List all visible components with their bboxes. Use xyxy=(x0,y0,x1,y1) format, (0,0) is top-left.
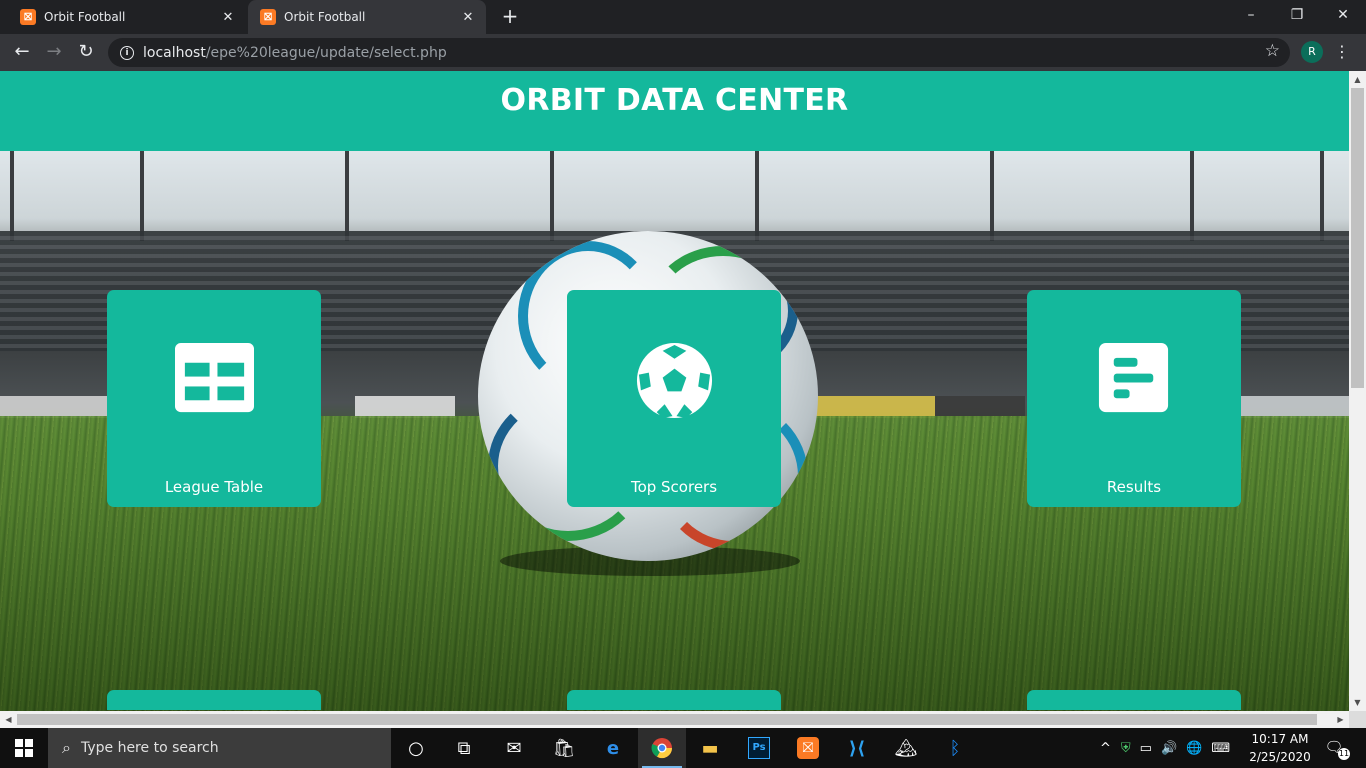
system-tray: ^ ⛨ ▭ 🔊 🌐 ⌨ xyxy=(1100,728,1230,768)
search-placeholder: Type here to search xyxy=(80,740,219,756)
xampp-icon[interactable]: ⛝ xyxy=(784,728,832,768)
browser-tab-2[interactable]: ⛝ Orbit Football ✕ xyxy=(248,0,486,34)
results-card[interactable]: Results xyxy=(1027,290,1241,507)
store-icon[interactable]: 🛍 xyxy=(540,728,588,768)
vertical-scrollbar[interactable]: ▲ ▼ xyxy=(1349,71,1366,711)
card-partial-1[interactable] xyxy=(107,690,321,710)
horizontal-scroll-thumb[interactable] xyxy=(17,714,1317,725)
league-table-card[interactable]: League Table xyxy=(107,290,321,507)
page-viewport: ORBIT DATA CENTER League Table Top Score… xyxy=(0,71,1366,728)
windows-taskbar: ⌕ Type here to search ○ ⧉ ✉ 🛍 e ▬ Ps ⛝ ⟩… xyxy=(0,728,1366,768)
profile-avatar[interactable]: R xyxy=(1301,41,1323,63)
scroll-left-icon[interactable]: ◀ xyxy=(0,711,17,728)
windows-start-icon[interactable] xyxy=(0,728,48,768)
top-scorers-label: Top Scorers xyxy=(630,478,718,496)
page-title: ORBIT DATA CENTER xyxy=(500,83,849,118)
photoshop-icon[interactable]: Ps xyxy=(735,728,783,768)
bar-list-icon xyxy=(1098,343,1169,413)
window-close-button[interactable]: ✕ xyxy=(1320,0,1366,30)
scroll-right-icon[interactable]: ▶ xyxy=(1332,711,1349,728)
clock-date: 2/25/2020 xyxy=(1249,750,1311,764)
vertical-scroll-thumb[interactable] xyxy=(1351,88,1364,388)
card-partial-2[interactable] xyxy=(567,690,781,710)
bookmark-star-icon[interactable]: ☆ xyxy=(1265,41,1280,61)
browser-tab-1[interactable]: ⛝ Orbit Football ✕ xyxy=(8,0,246,34)
league-table-label: League Table xyxy=(164,478,264,496)
forward-arrow-icon[interactable]: → xyxy=(40,38,68,66)
file-explorer-icon[interactable]: ▬ xyxy=(686,728,734,768)
chevron-up-icon[interactable]: ^ xyxy=(1100,741,1111,756)
url-path: /epe%20league/update/select.php xyxy=(205,44,447,61)
keyboard-icon[interactable]: ⌨ xyxy=(1211,741,1230,756)
browser-menu-icon[interactable]: ⋮ xyxy=(1334,38,1350,66)
soccer-ball-icon xyxy=(636,343,713,419)
volume-icon[interactable]: 🔊 xyxy=(1161,741,1177,756)
restore-button[interactable]: ❐ xyxy=(1274,0,1320,30)
scroll-corner xyxy=(1349,711,1366,728)
minimize-button[interactable]: – xyxy=(1228,0,1274,30)
chrome-icon[interactable] xyxy=(638,728,686,768)
xampp-icon: ⛝ xyxy=(20,9,36,25)
browser-tab-strip: ⛝ Orbit Football ✕ ⛝ Orbit Football ✕ + … xyxy=(0,0,1366,34)
photos-icon[interactable]: 🏔 xyxy=(882,728,930,768)
task-view-icon[interactable]: ⧉ xyxy=(440,728,488,768)
mail-icon[interactable]: ✉ xyxy=(490,728,538,768)
address-bar[interactable]: i localhost/epe%20league/update/select.p… xyxy=(108,38,1290,67)
network-icon[interactable]: 🌐 xyxy=(1186,741,1202,756)
taskbar-search-box[interactable]: ⌕ Type here to search xyxy=(48,728,391,768)
scroll-down-icon[interactable]: ▼ xyxy=(1349,694,1366,711)
browser-toolbar: ← → ↻ i localhost/epe%20league/update/se… xyxy=(0,34,1366,71)
vscode-icon[interactable]: ⟩⟨ xyxy=(833,728,881,768)
search-icon: ⌕ xyxy=(62,738,71,757)
results-label: Results xyxy=(1106,478,1162,496)
close-icon[interactable]: ✕ xyxy=(456,10,480,25)
xampp-icon: ⛝ xyxy=(260,9,276,25)
battery-icon[interactable]: ▭ xyxy=(1140,741,1152,756)
tab-title: Orbit Football xyxy=(44,10,126,24)
photoshop-label: Ps xyxy=(748,737,770,759)
cortana-icon[interactable]: ○ xyxy=(392,728,440,768)
horizontal-scrollbar[interactable]: ◀ ▶ xyxy=(0,711,1349,728)
bluetooth-icon[interactable]: ᛒ xyxy=(931,728,979,768)
top-scorers-card[interactable]: Top Scorers xyxy=(567,290,781,507)
new-tab-button[interactable]: + xyxy=(498,5,522,29)
page-header: ORBIT DATA CENTER xyxy=(0,71,1349,151)
notification-count: 11 xyxy=(1338,748,1350,760)
url-host: localhost xyxy=(143,44,206,61)
security-shield-icon[interactable]: ⛨ xyxy=(1121,741,1131,756)
taskbar-clock[interactable]: 10:17 AM 2/25/2020 xyxy=(1245,730,1315,766)
back-arrow-icon[interactable]: ← xyxy=(8,38,36,66)
notification-icon[interactable]: 🗨 11 xyxy=(1322,738,1350,760)
scroll-up-icon[interactable]: ▲ xyxy=(1349,71,1366,88)
edge-icon[interactable]: e xyxy=(589,728,637,768)
info-icon[interactable]: i xyxy=(120,45,134,60)
close-icon[interactable]: ✕ xyxy=(216,10,240,25)
table-grid-icon xyxy=(175,343,254,413)
tab-title: Orbit Football xyxy=(284,10,366,24)
card-partial-3[interactable] xyxy=(1027,690,1241,710)
clock-time: 10:17 AM xyxy=(1251,732,1309,746)
reload-icon[interactable]: ↻ xyxy=(72,38,100,66)
